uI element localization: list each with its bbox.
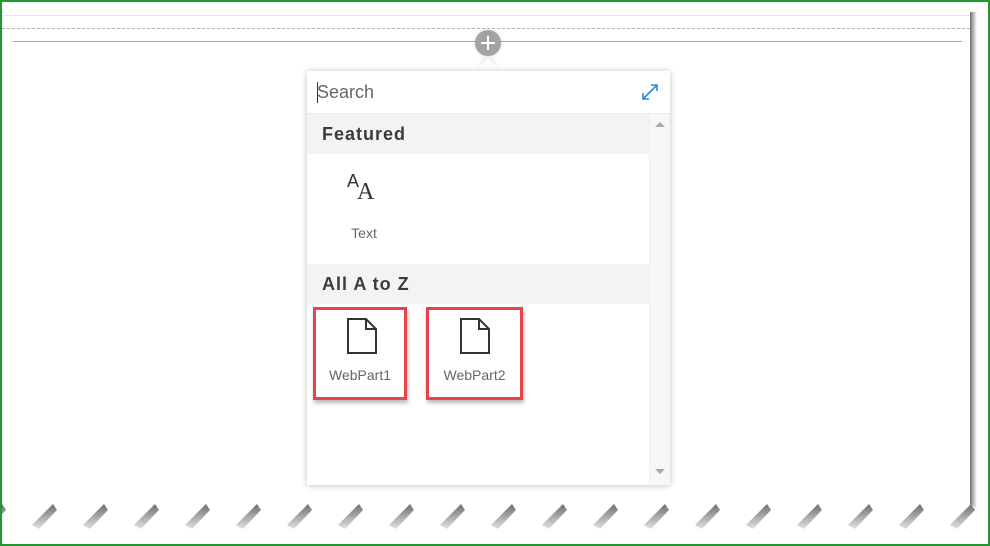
group-header-featured: Featured (307, 114, 649, 154)
document-icon (459, 318, 491, 359)
svg-text:A: A (357, 179, 375, 205)
tile-label: WebPart2 (443, 367, 506, 383)
tile-label: Text (351, 225, 377, 241)
search-input[interactable] (317, 79, 627, 105)
webpart-tile-webpart2[interactable]: WebPart2 (426, 307, 523, 400)
torn-edge-zigzag (0, 504, 990, 540)
toolbox-scrollbar[interactable] (649, 114, 670, 485)
group-header-all-a-to-z: All A to Z (307, 264, 649, 304)
webpart-tile-text[interactable]: A A Text (319, 167, 409, 255)
search-row (307, 71, 670, 114)
section-dashed-border (2, 28, 970, 29)
tile-label: WebPart1 (329, 367, 391, 383)
text-caret (317, 82, 318, 103)
expand-icon[interactable] (640, 82, 660, 102)
expand-diagonal-icon (642, 84, 658, 100)
scroll-down-arrow-icon[interactable] (655, 469, 665, 474)
add-webpart-button[interactable] (475, 30, 501, 56)
page-edge-shadow (970, 12, 977, 524)
scroll-up-arrow-icon[interactable] (655, 122, 665, 127)
webpart-list: Featured A A Text All A to Z WebPart1 We… (307, 114, 649, 485)
webpart-toolbox: Featured A A Text All A to Z WebPart1 (307, 71, 670, 485)
document-icon (346, 318, 378, 359)
text-icon: A A (346, 169, 382, 210)
top-divider (2, 15, 970, 16)
webpart-tile-webpart1[interactable]: WebPart1 (313, 307, 407, 400)
